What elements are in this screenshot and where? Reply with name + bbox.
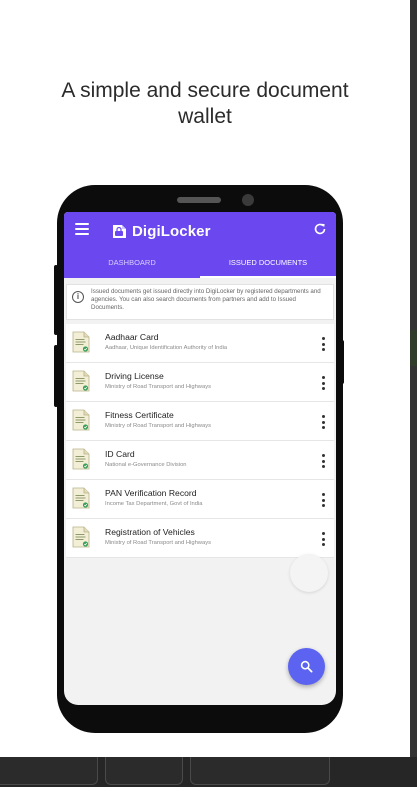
backdrop-shape (190, 757, 330, 785)
app-logo: DigiLocker (111, 221, 211, 241)
refresh-icon[interactable] (313, 222, 327, 236)
document-row[interactable]: Driving License Ministry of Road Transpor… (66, 363, 334, 402)
document-list: Aadhaar Card Aadhaar, Unique Identificati… (66, 324, 334, 558)
backdrop-shape (0, 757, 98, 785)
document-title: PAN Verification Record (105, 488, 197, 498)
tab-issued-documents[interactable]: ISSUED DOCUMENTS (200, 252, 336, 278)
more-vertical-icon[interactable] (320, 337, 326, 351)
document-issuer: Ministry of Road Transport and Highways (105, 540, 211, 546)
document-title: Driving License (105, 371, 164, 381)
hamburger-menu-icon[interactable] (75, 223, 89, 235)
document-icon (72, 409, 90, 431)
digilocker-logo-icon (113, 224, 126, 238)
headline-line: A simple and secure document (61, 79, 349, 102)
tab-dashboard[interactable]: DASHBOARD (64, 252, 200, 278)
document-title: Registration of Vehicles (105, 527, 195, 537)
promo-headline: A simple and secure document wallet (40, 78, 370, 130)
document-icon (72, 487, 90, 509)
document-issuer: Ministry of Road Transport and Highways (105, 423, 211, 429)
headline-line: wallet (178, 105, 232, 128)
document-issuer: National e-Governance Division (105, 462, 187, 468)
document-title: Fitness Certificate (105, 410, 174, 420)
faded-button (290, 554, 328, 592)
document-issuer: Income Tax Department, Govt of India (105, 501, 203, 507)
search-icon (300, 660, 313, 673)
more-vertical-icon[interactable] (320, 493, 326, 507)
document-icon (72, 331, 90, 353)
document-row[interactable]: Registration of Vehicles Ministry of Road… (66, 519, 334, 558)
document-icon (72, 526, 90, 548)
info-icon: i (72, 291, 84, 303)
tab-bar: DASHBOARD ISSUED DOCUMENTS (64, 252, 336, 278)
app-title: DigiLocker (132, 222, 211, 240)
backdrop-accent (410, 330, 417, 366)
document-row[interactable]: Aadhaar Card Aadhaar, Unique Identificati… (66, 324, 334, 363)
info-banner: i Issued documents get issued directly i… (66, 284, 334, 320)
app-screen: DigiLocker DASHBOARD ISSUED DOCUMENTS i … (64, 212, 336, 705)
document-row[interactable]: PAN Verification Record Income Tax Depart… (66, 480, 334, 519)
info-banner-text: Issued documents get issued directly int… (91, 288, 321, 311)
document-icon (72, 370, 90, 392)
document-title: ID Card (105, 449, 135, 459)
search-button[interactable] (288, 648, 325, 685)
more-vertical-icon[interactable] (320, 415, 326, 429)
phone-camera (242, 194, 254, 206)
app-bar: DigiLocker DASHBOARD ISSUED DOCUMENTS (64, 212, 336, 278)
document-issuer: Ministry of Road Transport and Highways (105, 384, 211, 390)
more-vertical-icon[interactable] (320, 376, 326, 390)
document-issuer: Aadhaar, Unique Identification Authority… (105, 345, 228, 351)
phone-speaker (177, 197, 221, 203)
document-row[interactable]: ID Card National e-Governance Division (66, 441, 334, 480)
backdrop-shape (105, 757, 183, 785)
document-row[interactable]: Fitness Certificate Ministry of Road Tran… (66, 402, 334, 441)
more-vertical-icon[interactable] (320, 532, 326, 546)
document-title: Aadhaar Card (105, 332, 159, 342)
more-vertical-icon[interactable] (320, 454, 326, 468)
document-icon (72, 448, 90, 470)
